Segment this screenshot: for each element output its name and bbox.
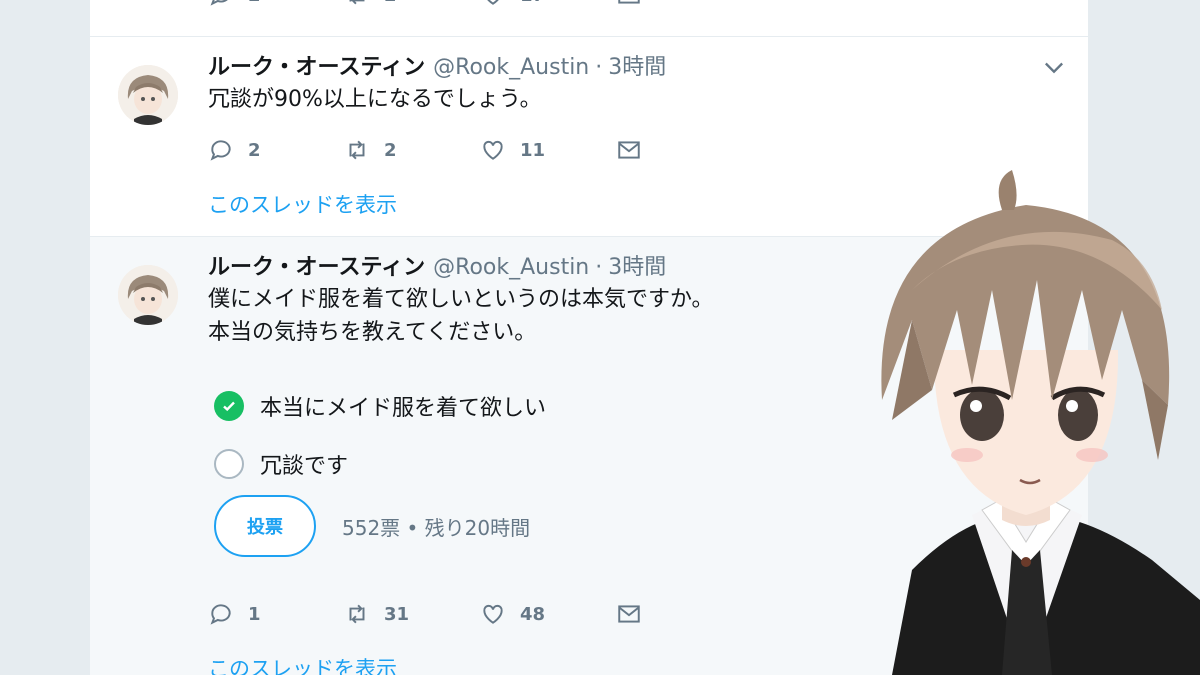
tweet-header: ルーク・オースティン @Rook_Austin · 3時間 xyxy=(208,249,666,281)
avatar[interactable] xyxy=(118,265,178,325)
poll-option-label: 本当にメイド服を着て欲しい xyxy=(260,396,547,421)
like-count: 11 xyxy=(520,139,546,161)
reply-count: 2 xyxy=(248,139,261,161)
reply-count: 2 xyxy=(248,0,261,6)
dm-icon xyxy=(618,605,640,623)
retweet-icon xyxy=(349,0,365,5)
check-icon[interactable] xyxy=(214,391,244,421)
like-icon xyxy=(487,0,499,5)
handle[interactable]: @Rook_Austin xyxy=(433,255,589,280)
retweet-count: 2 xyxy=(384,139,397,161)
show-thread-link[interactable]: このスレッドを表示 xyxy=(208,653,397,675)
dm-button[interactable] xyxy=(616,601,752,627)
poll-option[interactable]: 冗談です xyxy=(214,435,546,493)
reply-button[interactable]: 2 xyxy=(208,137,344,163)
like-count: 48 xyxy=(520,603,546,625)
like-count: 17 xyxy=(520,0,545,6)
caret-down-icon[interactable] xyxy=(1040,53,1068,81)
timestamp[interactable]: 3時間 xyxy=(608,255,666,280)
display-name[interactable]: ルーク・オースティン xyxy=(208,255,425,280)
poll-info: 552票 • 残り20時間 xyxy=(342,515,531,540)
separator: · xyxy=(595,55,603,80)
retweet-icon xyxy=(349,604,365,624)
tweet-text-line: 冗談が90%以上になるでしょう。 xyxy=(208,87,542,112)
reply-count: 1 xyxy=(248,603,261,625)
like-button[interactable]: 17 xyxy=(480,0,616,8)
reply-button[interactable]: 1 xyxy=(208,601,344,627)
tweet-text: 冗談が90%以上になるでしょう。 xyxy=(208,83,542,116)
tweet-actions: 2 2 11 xyxy=(208,137,752,163)
tweet-text-line: 僕にメイド服を着て欲しいというのは本気ですか。 xyxy=(208,287,714,312)
retweet-count: 2 xyxy=(384,0,397,6)
retweet-button[interactable]: 2 xyxy=(344,0,480,8)
dm-icon xyxy=(618,0,640,4)
reply-icon xyxy=(210,604,231,625)
dm-button[interactable] xyxy=(616,137,752,163)
poll: 本当にメイド服を着て欲しい 冗談です xyxy=(214,377,546,493)
poll-footer: 投票 552票 • 残り20時間 xyxy=(214,495,530,557)
avatar[interactable] xyxy=(118,65,178,125)
separator: · xyxy=(595,255,603,280)
previous-tweet-actions: 2 2 17 xyxy=(208,0,752,8)
character-overlay xyxy=(881,170,1200,675)
tweet-text: 僕にメイド服を着て欲しいというのは本気ですか。 本当の気持ちを教えてください。 xyxy=(208,283,714,349)
reply-button[interactable]: 2 xyxy=(208,0,344,8)
retweet-button[interactable]: 2 xyxy=(344,137,480,163)
like-button[interactable]: 48 xyxy=(480,601,616,627)
retweet-button[interactable]: 31 xyxy=(344,601,480,627)
retweet-icon xyxy=(349,140,365,160)
handle[interactable]: @Rook_Austin xyxy=(433,55,589,80)
retweet-count: 31 xyxy=(384,603,410,625)
reply-icon xyxy=(210,0,228,6)
show-thread-link[interactable]: このスレッドを表示 xyxy=(208,189,397,219)
like-icon xyxy=(483,140,503,160)
tweet-text-line: 本当の気持ちを教えてください。 xyxy=(208,320,537,345)
poll-option[interactable]: 本当にメイド服を着て欲しい xyxy=(214,377,546,435)
screen: 2 2 17 xyxy=(0,0,1200,675)
like-button[interactable]: 11 xyxy=(480,137,616,163)
radio-icon[interactable] xyxy=(214,449,244,479)
like-icon xyxy=(483,604,503,624)
poll-option-label: 冗談です xyxy=(260,454,349,479)
tweet-header: ルーク・オースティン @Rook_Austin · 3時間 xyxy=(208,49,666,81)
left-gutter xyxy=(0,0,90,675)
dm-button[interactable] xyxy=(616,0,752,8)
tweet-actions: 1 31 48 xyxy=(208,601,752,627)
vote-button[interactable]: 投票 xyxy=(214,495,316,557)
timestamp[interactable]: 3時間 xyxy=(608,55,666,80)
dm-icon xyxy=(618,141,640,159)
reply-icon xyxy=(210,140,231,161)
display-name[interactable]: ルーク・オースティン xyxy=(208,55,425,80)
